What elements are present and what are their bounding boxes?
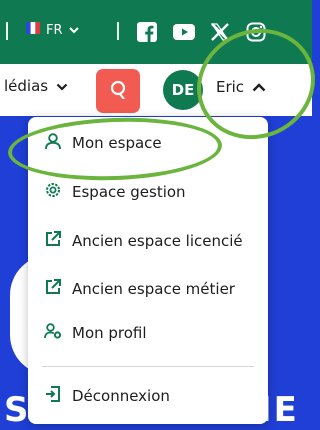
flag-icon — [26, 22, 40, 38]
search-button[interactable] — [96, 69, 140, 113]
menu-item-label: Mon profil — [72, 324, 147, 342]
youtube-icon[interactable] — [173, 24, 195, 40]
menu-item-deconnexion[interactable]: Déconnexion — [44, 385, 170, 407]
menu-item-espace-gestion[interactable]: Espace gestion — [44, 181, 186, 203]
separator — [6, 22, 8, 40]
menu-item-ancien-espace-licencie[interactable]: Ancien espace licencié — [44, 230, 243, 252]
chevron-down-icon — [56, 77, 68, 95]
logout-icon — [44, 385, 62, 407]
menu-item-label: Ancien espace métier — [72, 280, 235, 298]
separator — [117, 22, 119, 40]
search-icon — [108, 79, 128, 103]
chevron-down-icon — [68, 23, 79, 38]
language-selector[interactable]: FR — [26, 22, 79, 38]
menu-item-ancien-espace-metier[interactable]: Ancien espace métier — [44, 278, 235, 300]
nav-medias-label: lédias — [4, 77, 49, 95]
gear-icon — [44, 181, 62, 203]
menu-item-label: Ancien espace licencié — [72, 232, 243, 250]
language-label: FR — [46, 22, 63, 38]
facebook-icon[interactable] — [137, 22, 157, 42]
menu-item-label: Déconnexion — [72, 387, 170, 405]
user-settings-icon — [44, 322, 62, 344]
external-link-icon — [44, 230, 62, 252]
menu-item-label: Espace gestion — [72, 183, 186, 201]
external-link-icon — [44, 278, 62, 300]
nav-medias[interactable]: lédias — [4, 77, 68, 95]
menu-item-mon-profil[interactable]: Mon profil — [44, 322, 147, 344]
menu-divider — [42, 366, 254, 367]
